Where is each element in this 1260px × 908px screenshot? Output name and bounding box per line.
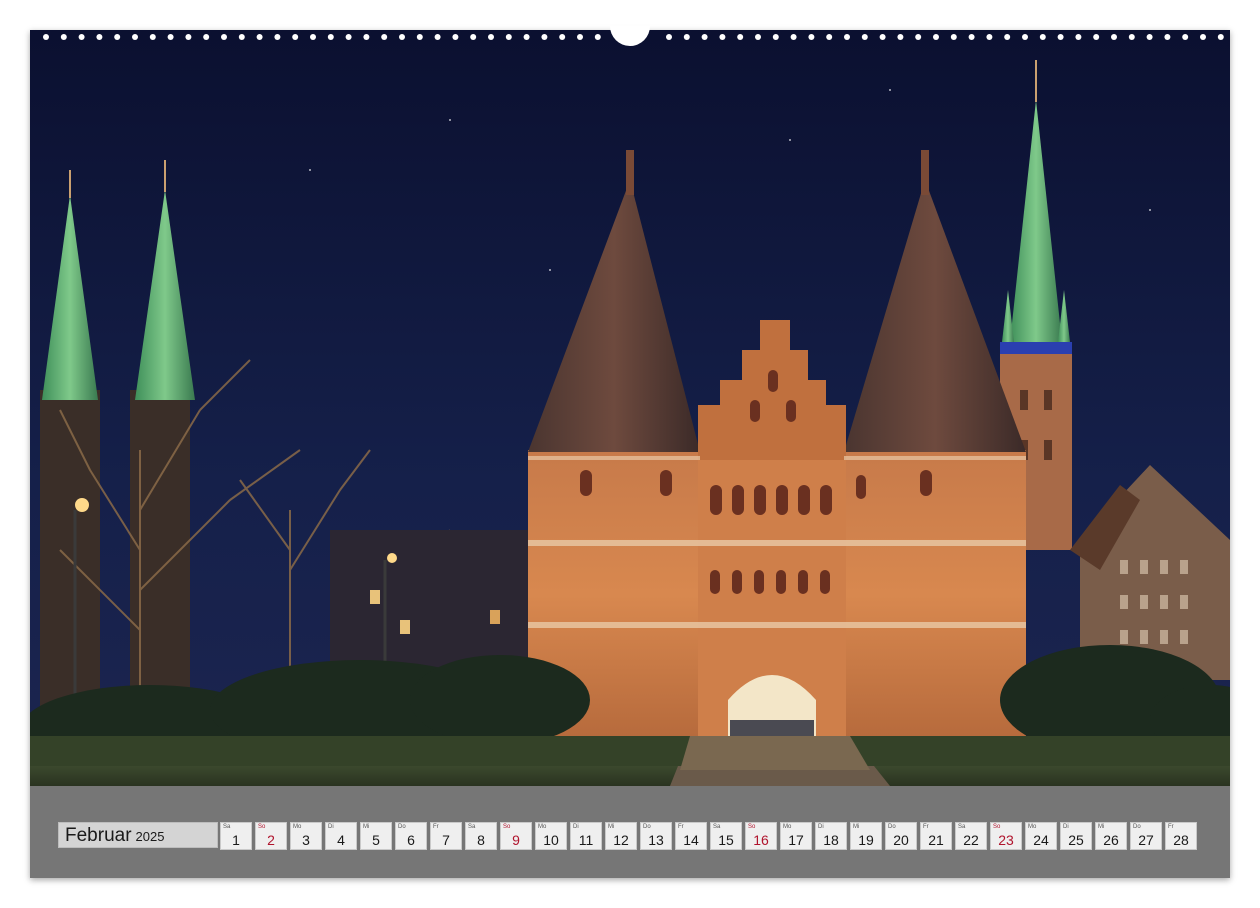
weekday-label: Di [573,824,579,830]
weekday-label: Fr [678,824,684,830]
day-cell: Di 4 [325,822,357,850]
day-cell: So 23 [990,822,1022,850]
day-cell: Mi 12 [605,822,637,850]
calendar-strip: Februar 2025 Sa 1 So 2 Mo 3 Di 4 Mi 5 Do 6 Fr 7 Sa 8 So 9 M… [30,786,1230,878]
weekday-label: Di [328,824,334,830]
weekday-label: Mo [1028,824,1037,830]
month-label: Februar 2025 [58,822,218,848]
day-number: 22 [963,832,979,848]
calendar-page: Februar 2025 Sa 1 So 2 Mo 3 Di 4 Mi 5 Do 6 Fr 7 Sa 8 So 9 M… [30,26,1230,878]
day-number: 14 [683,832,699,848]
weekday-label: Sa [713,824,721,830]
weekday-label: So [993,824,1001,830]
day-number: 26 [1103,832,1119,848]
day-number: 12 [613,832,629,848]
holstentor-night-photo [30,30,1230,786]
weekday-label: Di [1063,824,1069,830]
day-number: 10 [543,832,559,848]
weekday-label: Di [818,824,824,830]
day-number: 3 [302,832,310,848]
day-cell: Fr 14 [675,822,707,850]
day-cell: Mi 5 [360,822,392,850]
day-cell: So 16 [745,822,777,850]
day-cell: Mi 19 [850,822,882,850]
weekday-label: Mi [363,824,370,830]
day-cell: So 2 [255,822,287,850]
weekday-label: So [258,824,266,830]
weekday-label: Mo [538,824,547,830]
weekday-label: So [748,824,756,830]
day-number: 11 [578,832,594,848]
day-number: 17 [788,832,804,848]
day-number: 23 [998,832,1014,848]
day-number: 20 [893,832,909,848]
weekday-label: Mo [783,824,792,830]
day-grid: Sa 1 So 2 Mo 3 Di 4 Mi 5 Do 6 Fr 7 Sa 8 So 9 Mo 10 Di 11 Mi 12 D… [220,822,1197,850]
day-cell: Sa 8 [465,822,497,850]
day-number: 9 [512,832,520,848]
day-cell: Do 20 [885,822,917,850]
weekday-label: Do [398,824,406,830]
month-year: 2025 [135,829,165,844]
month-name: Februar [65,825,132,846]
day-number: 16 [753,832,769,848]
day-number: 2 [267,832,275,848]
weekday-label: Mi [853,824,860,830]
day-cell: So 9 [500,822,532,850]
day-number: 6 [407,832,415,848]
day-number: 15 [718,832,734,848]
day-cell: Fr 28 [1165,822,1197,850]
weekday-label: Mi [608,824,615,830]
day-number: 28 [1173,832,1189,848]
day-number: 4 [337,832,345,848]
weekday-label: Sa [958,824,966,830]
weekday-label: Fr [1168,824,1174,830]
day-cell: Do 27 [1130,822,1162,850]
day-number: 19 [858,832,874,848]
day-number: 1 [232,832,240,848]
day-number: 24 [1033,832,1049,848]
weekday-label: Do [643,824,651,830]
weekday-label: Mo [293,824,302,830]
day-number: 8 [477,832,485,848]
day-cell: Fr 21 [920,822,952,850]
weekday-label: Sa [468,824,476,830]
day-cell: Mo 3 [290,822,322,850]
day-cell: Mo 10 [535,822,567,850]
day-cell: Fr 7 [430,822,462,850]
weekday-label: Mi [1098,824,1105,830]
day-number: 18 [823,832,839,848]
day-cell: Sa 22 [955,822,987,850]
day-cell: Sa 1 [220,822,252,850]
photo-illustration [30,30,1230,786]
day-cell: Do 13 [640,822,672,850]
weekday-label: Do [888,824,896,830]
day-cell: Di 11 [570,822,602,850]
day-cell: Mo 24 [1025,822,1057,850]
weekday-label: Do [1133,824,1141,830]
day-cell: Di 18 [815,822,847,850]
day-number: 5 [372,832,380,848]
day-cell: Mi 26 [1095,822,1127,850]
weekday-label: Fr [923,824,929,830]
day-number: 21 [928,832,944,848]
weekday-label: Fr [433,824,439,830]
day-number: 27 [1138,832,1154,848]
day-number: 13 [648,832,664,848]
day-number: 25 [1068,832,1084,848]
day-cell: Do 6 [395,822,427,850]
day-cell: Sa 15 [710,822,742,850]
weekday-label: So [503,824,511,830]
day-cell: Mo 17 [780,822,812,850]
weekday-label: Sa [223,824,231,830]
day-number: 7 [442,832,450,848]
day-cell: Di 25 [1060,822,1092,850]
